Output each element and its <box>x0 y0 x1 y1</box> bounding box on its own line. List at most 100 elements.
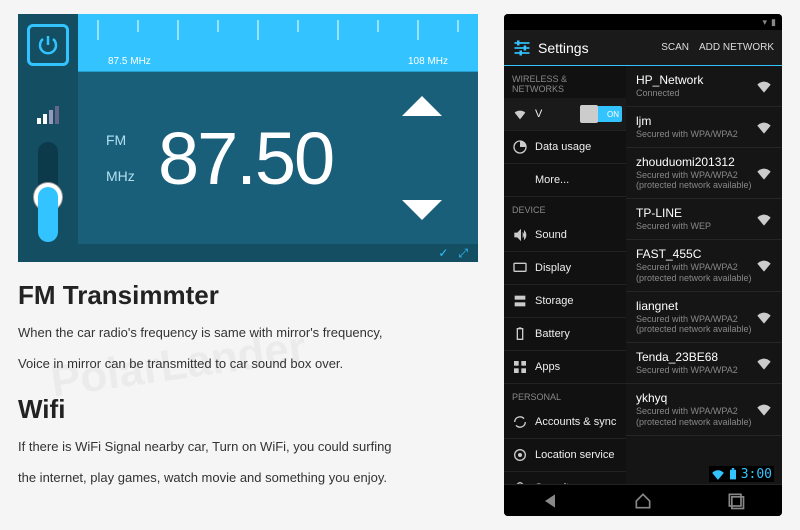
wifi-icon <box>512 106 528 122</box>
fm-heading: FM Transimmter <box>18 280 478 311</box>
fm-label: FM <box>106 122 158 158</box>
wifi-network-row[interactable]: ykhyq Secured with WPA/WPA2 (protected n… <box>626 384 782 436</box>
battery-status-icon <box>728 468 738 480</box>
fm-bottombar: ✓ ⤢ <box>78 244 478 262</box>
wifi-network-row[interactable]: Tenda_23BE68 Secured with WPA/WPA2 <box>626 343 782 384</box>
wifi-subtitle: Secured with WPA/WPA2 <box>636 365 756 376</box>
wifi-network-row[interactable]: TP-LINE Secured with WEP <box>626 199 782 240</box>
fm-sidebar <box>18 14 78 262</box>
settings-list[interactable]: WIRELESS & NETWORKS V ON Data usage More… <box>504 66 626 484</box>
display-icon <box>512 260 528 276</box>
location-icon <box>512 447 528 463</box>
wifi-signal-icon <box>756 165 772 181</box>
wifi-heading: Wifi <box>18 394 478 425</box>
app-title: Settings <box>538 40 651 56</box>
wifi-subtitle: Secured with WPA/WPA2 (protected network… <box>636 406 756 428</box>
fm-transmitter-widget: 87.5 MHz 108 MHz FM MHz 87.50 ✓ ⤢ <box>18 14 478 262</box>
wifi-subtitle: Secured with WEP <box>636 221 756 232</box>
setting-apps[interactable]: Apps <box>504 351 626 384</box>
back-button[interactable] <box>540 491 560 511</box>
fm-desc-1: When the car radio's frequency is same w… <box>18 321 478 346</box>
wifi-signal-icon <box>756 355 772 371</box>
wifi-subtitle: Secured with WPA/WPA2 <box>636 129 756 140</box>
apps-icon <box>512 359 528 375</box>
clock: 3:00 <box>741 467 772 482</box>
fm-desc-2: Voice in mirror can be transmitted to ca… <box>18 352 478 377</box>
volume-slider[interactable] <box>38 142 58 242</box>
setting-sound[interactable]: Sound <box>504 219 626 252</box>
section-personal: PERSONAL <box>504 384 626 406</box>
wifi-name: HP_Network <box>636 73 756 87</box>
ruler-ticks <box>78 20 478 50</box>
wifi-name: ljm <box>636 114 756 128</box>
wifi-name: Tenda_23BE68 <box>636 350 756 364</box>
power-button[interactable] <box>27 24 69 66</box>
wifi-desc-1: If there is WiFi Signal nearby car, Turn… <box>18 435 478 460</box>
sync-icon <box>512 414 528 430</box>
wifi-network-row[interactable]: liangnet Secured with WPA/WPA2 (protecte… <box>626 292 782 344</box>
power-icon <box>36 33 60 57</box>
wifi-name: liangnet <box>636 299 756 313</box>
setting-display[interactable]: Display <box>504 252 626 285</box>
storage-icon <box>512 293 528 309</box>
wifi-network-list[interactable]: HP_Network Connected ljm Secured with WP… <box>626 66 782 484</box>
frequency-ruler[interactable]: 87.5 MHz 108 MHz <box>78 14 478 72</box>
wifi-name: TP-LINE <box>636 206 756 220</box>
recent-button[interactable] <box>726 491 746 511</box>
wifi-desc-2: the internet, play games, watch movie an… <box>18 466 478 491</box>
setting-battery[interactable]: Battery <box>504 318 626 351</box>
scan-button[interactable]: SCAN <box>661 42 689 53</box>
wifi-signal-icon <box>756 257 772 273</box>
section-wireless: WIRELESS & NETWORKS <box>504 66 626 98</box>
volume-thumb[interactable] <box>33 182 63 212</box>
wifi-name: FAST_455C <box>636 247 756 261</box>
wifi-signal-icon <box>756 78 772 94</box>
wifi-status-icon <box>711 468 725 480</box>
ruler-min-label: 87.5 MHz <box>108 56 151 67</box>
mhz-label: MHz <box>106 158 158 194</box>
setting-storage[interactable]: Storage <box>504 285 626 318</box>
freq-down-button[interactable] <box>402 200 442 220</box>
freq-up-button[interactable] <box>402 96 442 116</box>
wifi-name: ykhyq <box>636 391 756 405</box>
wifi-signal-icon <box>756 309 772 325</box>
wifi-network-row[interactable]: FAST_455C Secured with WPA/WPA2 (protect… <box>626 240 782 292</box>
signal-icon <box>37 106 59 124</box>
wifi-toggle[interactable]: ON <box>582 106 622 122</box>
setting-wifi[interactable]: V ON <box>504 98 626 131</box>
wifi-network-row[interactable]: HP_Network Connected <box>626 66 782 107</box>
nav-bar <box>504 484 782 516</box>
wifi-network-row[interactable]: zhouduomi201312 Secured with WPA/WPA2 (p… <box>626 148 782 200</box>
wifi-signal-icon <box>756 211 772 227</box>
wifi-name: zhouduomi201312 <box>636 155 756 169</box>
setting-data-usage[interactable]: Data usage <box>504 131 626 164</box>
wifi-signal-icon <box>756 401 772 417</box>
data-usage-icon <box>512 139 528 155</box>
setting-accounts[interactable]: Accounts & sync <box>504 406 626 439</box>
ruler-max-label: 108 MHz <box>408 56 448 67</box>
status-bar: ▾ ▮ <box>504 14 782 30</box>
setting-location[interactable]: Location service <box>504 439 626 472</box>
add-network-button[interactable]: ADD NETWORK <box>699 42 774 53</box>
battery-icon <box>512 326 528 342</box>
wifi-subtitle: Secured with WPA/WPA2 (protected network… <box>636 314 756 336</box>
sound-icon <box>512 227 528 243</box>
section-device: DEVICE <box>504 197 626 219</box>
status-wifi-icon: ▾ <box>763 17 768 28</box>
lock-icon <box>512 480 528 484</box>
confirm-icon[interactable]: ✓ <box>438 246 448 260</box>
phone-frame: ▾ ▮ Settings SCAN ADD NETWORK WIRELESS &… <box>504 14 782 516</box>
frequency-value: 87.50 <box>158 116 333 201</box>
app-bar: Settings SCAN ADD NETWORK <box>504 30 782 66</box>
bottom-status: 3:00 <box>709 466 774 482</box>
setting-security[interactable]: Security <box>504 472 626 484</box>
expand-icon[interactable]: ⤢ <box>458 246 468 261</box>
wifi-subtitle: Secured with WPA/WPA2 (protected network… <box>636 262 756 284</box>
wifi-network-row[interactable]: ljm Secured with WPA/WPA2 <box>626 107 782 148</box>
wifi-subtitle: Secured with WPA/WPA2 (protected network… <box>636 170 756 192</box>
setting-more[interactable]: More... <box>504 164 626 197</box>
wifi-subtitle: Connected <box>636 88 756 99</box>
home-button[interactable] <box>633 491 653 511</box>
wifi-signal-icon <box>756 119 772 135</box>
status-battery-icon: ▮ <box>771 17 776 28</box>
